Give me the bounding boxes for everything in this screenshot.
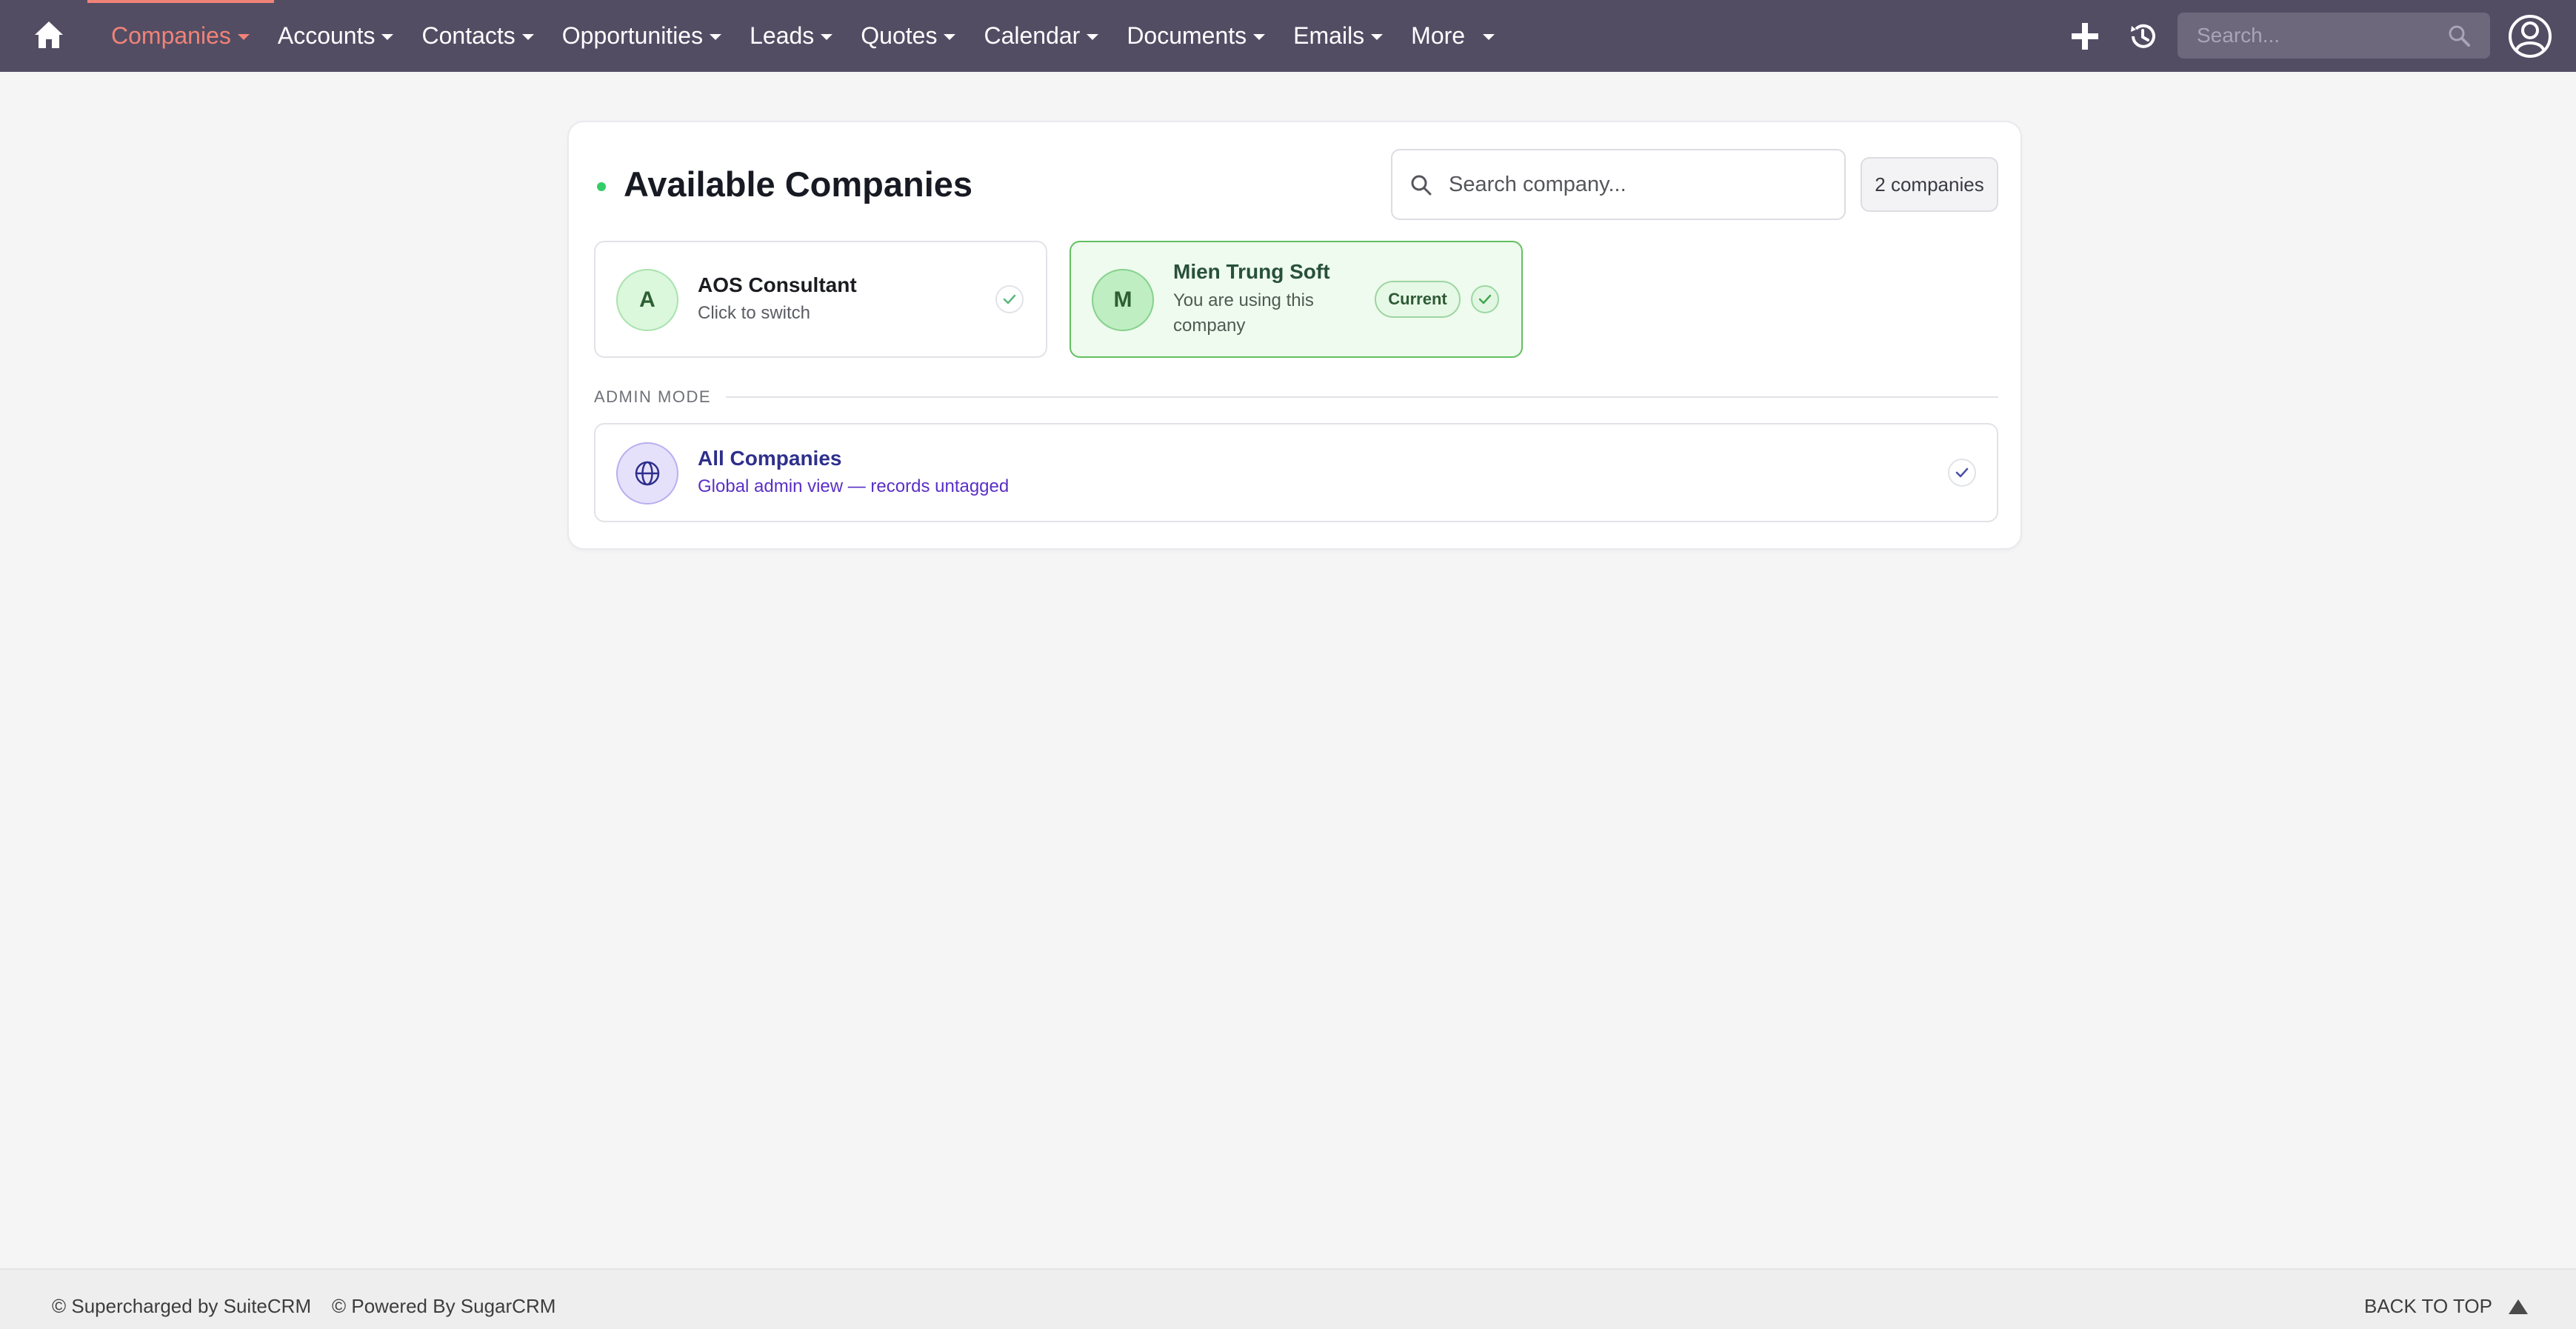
nav-item-documents[interactable]: Documents	[1127, 22, 1266, 50]
back-to-top-label: BACK TO TOP	[2364, 1295, 2492, 1317]
nav-item-leads[interactable]: Leads	[750, 22, 833, 50]
nav-item-emails[interactable]: Emails	[1293, 22, 1384, 50]
caret-down-icon	[1483, 34, 1495, 40]
check-icon	[1948, 459, 1976, 487]
nav-item-label: Companies	[111, 22, 231, 49]
company-tile-aos-consultant[interactable]: A AOS Consultant Click to switch	[594, 241, 1047, 358]
nav-item-label: More	[1411, 22, 1466, 49]
company-subtitle: Click to switch	[698, 303, 811, 323]
user-avatar-icon	[2509, 15, 2552, 58]
company-avatar: M	[1092, 269, 1154, 331]
caret-down-icon	[710, 34, 722, 40]
caret-down-icon	[944, 34, 956, 40]
company-switcher-card: Available Companies 2 companies A AOS Co…	[567, 121, 2022, 550]
company-avatar: A	[616, 269, 678, 331]
caret-down-icon	[1087, 34, 1099, 40]
globe-icon	[616, 442, 678, 504]
footer-supercharged-link[interactable]: © Supercharged by SuiteCRM	[52, 1295, 311, 1318]
company-name: AOS Consultant	[698, 273, 857, 296]
company-count-badge: 2 companies	[1861, 157, 1998, 212]
global-search-button[interactable]	[2446, 22, 2472, 49]
nav-item-label: Emails	[1293, 22, 1365, 49]
nav-item-quotes[interactable]: Quotes	[861, 22, 956, 50]
global-search-input[interactable]	[2178, 13, 2490, 59]
home-button[interactable]	[33, 19, 65, 50]
company-tile-mien-trung-soft[interactable]: M Mien Trung Soft You are using this com…	[1070, 241, 1523, 358]
arrow-up-icon	[2508, 1299, 2528, 1314]
admin-mode-label: ADMIN MODE	[594, 387, 711, 406]
plus-icon	[2072, 23, 2098, 50]
page-footer: © Supercharged by SuiteCRM © Powered By …	[0, 1268, 2576, 1329]
back-to-top-button[interactable]: BACK TO TOP	[2364, 1295, 2528, 1318]
search-icon	[2449, 25, 2470, 47]
search-icon	[1409, 173, 1434, 198]
nav-item-contacts[interactable]: Contacts	[421, 22, 534, 50]
main-menu: Companies Accounts Contacts Opportunitie…	[111, 0, 1523, 72]
all-companies-subtitle: Global admin view — records untagged	[698, 476, 1010, 496]
all-companies-title: All Companies	[698, 447, 842, 470]
nav-item-more[interactable]: More	[1411, 22, 1495, 50]
nav-item-label: Opportunities	[561, 22, 704, 49]
page-title: Available Companies	[624, 164, 973, 204]
nav-item-label: Accounts	[277, 22, 376, 49]
nav-item-accounts[interactable]: Accounts	[278, 22, 394, 50]
nav-item-companies[interactable]: Companies	[111, 22, 250, 50]
check-icon	[1471, 285, 1499, 313]
company-search-box	[1391, 149, 1846, 220]
caret-down-icon	[821, 34, 833, 40]
nav-item-label: Calendar	[984, 22, 1081, 49]
nav-item-calendar[interactable]: Calendar	[984, 22, 1099, 50]
caret-down-icon	[1371, 34, 1384, 40]
quick-create-button[interactable]	[2066, 18, 2103, 55]
company-subtitle: You are using this company	[1173, 290, 1314, 336]
caret-down-icon	[1253, 34, 1266, 40]
nav-item-label: Quotes	[861, 22, 938, 49]
nav-item-label: Documents	[1127, 22, 1247, 49]
status-dot	[597, 182, 606, 191]
history-icon	[2131, 24, 2155, 48]
caret-down-icon	[381, 34, 394, 40]
recently-viewed-button[interactable]	[2124, 18, 2161, 55]
company-search-input[interactable]	[1449, 150, 1834, 219]
top-navigation-bar: Companies Accounts Contacts Opportunitie…	[0, 0, 2576, 72]
nav-item-opportunities[interactable]: Opportunities	[561, 22, 722, 50]
current-badge: Current	[1375, 281, 1461, 318]
check-icon	[995, 285, 1024, 313]
nav-item-label: Leads	[750, 22, 815, 49]
caret-down-icon	[237, 34, 250, 40]
caret-down-icon	[521, 34, 534, 40]
all-companies-option[interactable]: All Companies Global admin view — record…	[594, 423, 1998, 522]
divider	[726, 396, 1998, 398]
home-icon	[35, 21, 63, 48]
footer-powered-link[interactable]: © Powered By SugarCRM	[332, 1295, 555, 1318]
user-menu-button[interactable]	[2507, 13, 2553, 59]
company-name: Mien Trung Soft	[1173, 260, 1330, 283]
nav-item-label: Contacts	[421, 22, 515, 49]
